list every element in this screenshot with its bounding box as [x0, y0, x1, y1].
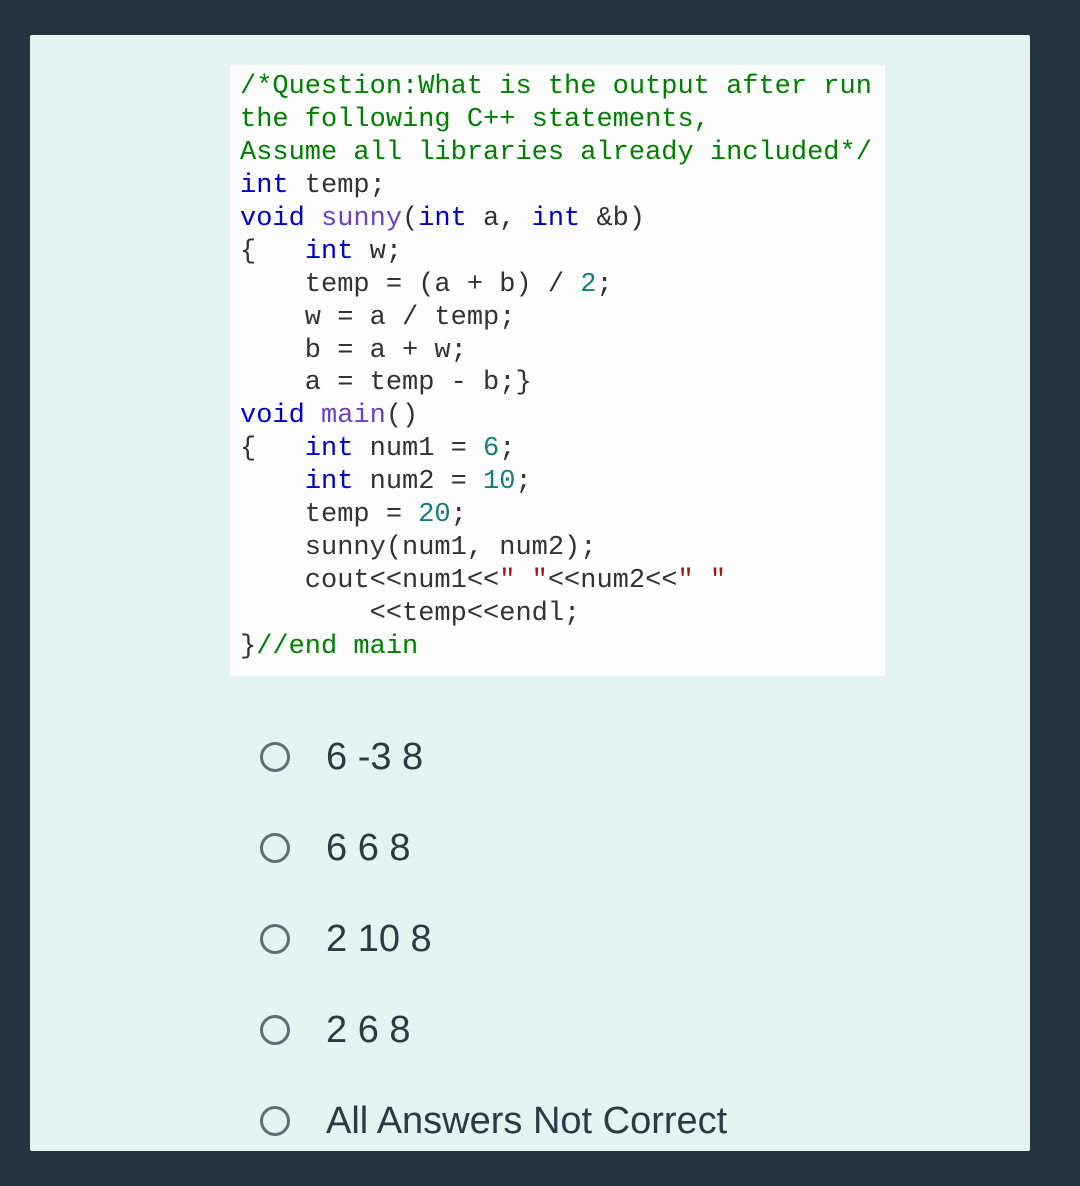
- code-text: a,: [467, 204, 532, 234]
- code-text: (): [386, 401, 418, 431]
- kw-int: int: [240, 171, 289, 201]
- code-text: ;: [596, 270, 612, 300]
- num-literal: 20: [418, 500, 450, 530]
- fn-name: main: [305, 401, 386, 431]
- code-text: <<num2<<: [548, 566, 678, 596]
- kw-int: int: [305, 434, 354, 464]
- code-text: {: [240, 434, 305, 464]
- code-text: {: [240, 237, 305, 267]
- num-literal: 6: [483, 434, 499, 464]
- num-literal: 2: [580, 270, 596, 300]
- code-text: temp =: [240, 500, 418, 530]
- code-text: num1 =: [353, 434, 483, 464]
- code-text: cout<<num1<<: [240, 566, 499, 596]
- option-4[interactable]: 2 6 8: [260, 1009, 990, 1052]
- code-comment: /*Question:What is the output after run …: [240, 72, 872, 168]
- kw-int: int: [532, 204, 581, 234]
- radio-icon: [260, 924, 290, 954]
- code-text: a = temp - b;}: [240, 368, 532, 398]
- code-text: w = a / temp;: [240, 303, 515, 333]
- kw-void: void: [240, 204, 305, 234]
- code-text: (: [402, 204, 418, 234]
- option-label: 6 -3 8: [326, 736, 423, 779]
- code-block: /*Question:What is the output after run …: [230, 65, 885, 676]
- num-literal: 10: [483, 467, 515, 497]
- radio-icon: [260, 1015, 290, 1045]
- radio-icon: [260, 833, 290, 863]
- code-text: <<temp<<endl;: [240, 599, 580, 629]
- option-label: 6 6 8: [326, 827, 411, 870]
- code-text: ;: [515, 467, 531, 497]
- code-text: num2 =: [353, 467, 483, 497]
- code-text: ;: [499, 434, 515, 464]
- code-text: temp = (a + b) /: [240, 270, 580, 300]
- option-3[interactable]: 2 10 8: [260, 918, 990, 961]
- str-literal: " ": [677, 566, 726, 596]
- kw-int: int: [418, 204, 467, 234]
- code-text: &b): [580, 204, 645, 234]
- radio-icon: [260, 742, 290, 772]
- code-text: [240, 467, 305, 497]
- kw-void: void: [240, 401, 305, 431]
- fn-name: sunny: [305, 204, 402, 234]
- code-text: b = a + w;: [240, 336, 467, 366]
- option-5[interactable]: All Answers Not Correct: [260, 1100, 990, 1143]
- code-text: ;: [451, 500, 467, 530]
- option-label: 2 6 8: [326, 1009, 411, 1052]
- str-literal: " ": [499, 566, 548, 596]
- option-1[interactable]: 6 -3 8: [260, 736, 990, 779]
- options-group: 6 -3 8 6 6 8 2 10 8 2 6 8 All Answers No…: [230, 736, 990, 1143]
- code-text: sunny(num1, num2);: [240, 533, 596, 563]
- option-label: 2 10 8: [326, 918, 432, 961]
- code-text: temp;: [289, 171, 386, 201]
- code-comment: //end main: [256, 632, 418, 662]
- question-card: /*Question:What is the output after run …: [30, 35, 1030, 1151]
- option-2[interactable]: 6 6 8: [260, 827, 990, 870]
- code-text: }: [240, 632, 256, 662]
- kw-int: int: [305, 237, 354, 267]
- option-label: All Answers Not Correct: [326, 1100, 727, 1143]
- code-text: w;: [353, 237, 402, 267]
- kw-int: int: [305, 467, 354, 497]
- radio-icon: [260, 1106, 290, 1136]
